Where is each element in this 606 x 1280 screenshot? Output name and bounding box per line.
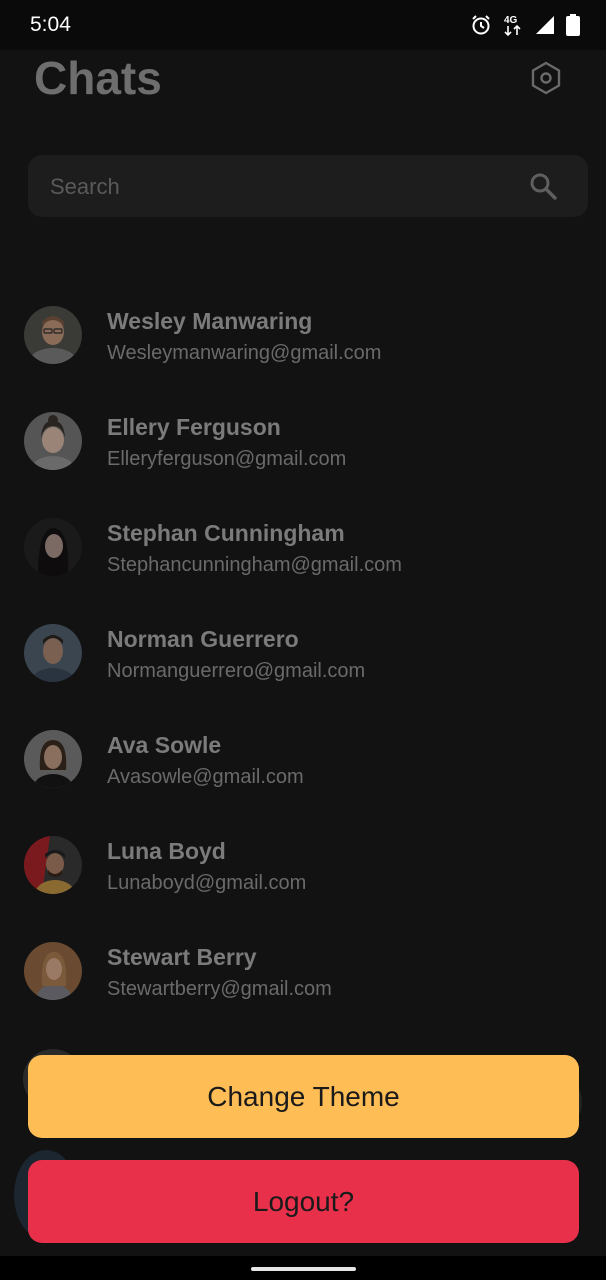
contact-name: Stewart Berry: [107, 944, 257, 970]
page-title: Chats: [34, 52, 162, 104]
contact-email: Avasowle@gmail.com: [107, 766, 304, 788]
contact-item[interactable]: Norman Guerrero Normanguerrero@gmail.com: [0, 618, 606, 698]
hexagon-settings-icon[interactable]: [528, 60, 564, 96]
contact-name: Ava Sowle: [107, 732, 222, 758]
search-icon[interactable]: [528, 171, 558, 201]
contact-item[interactable]: Luna Boyd Lunaboyd@gmail.com: [0, 830, 606, 910]
contact-item[interactable]: Wesley Manwaring Wesleymanwaring@gmail.c…: [0, 300, 606, 380]
contact-email: Lunaboyd@gmail.com: [107, 872, 307, 894]
contact-email: Stewartberry@gmail.com: [107, 978, 332, 1000]
status-icons: 4G: [470, 12, 580, 38]
avatar: [24, 942, 82, 1000]
contact-item[interactable]: Ellery Ferguson Elleryferguson@gmail.com: [0, 406, 606, 486]
contact-name: Ellery Ferguson: [107, 414, 281, 440]
battery-icon: [566, 14, 580, 36]
avatar: [24, 412, 82, 470]
contact-name: Wesley Manwaring: [107, 308, 313, 334]
avatar: [24, 730, 82, 788]
contact-email: Wesleymanwaring@gmail.com: [107, 342, 382, 364]
logout-button[interactable]: Logout?: [28, 1160, 579, 1243]
navigation-bar: [0, 1256, 606, 1280]
svg-text:4G: 4G: [504, 15, 518, 26]
avatar: [24, 836, 82, 894]
status-bar: 5:04 4G: [0, 0, 606, 50]
avatar: [24, 306, 82, 364]
contact-item[interactable]: Stephan Cunningham Stephancunningham@gma…: [0, 512, 606, 592]
avatar: [24, 624, 82, 682]
contact-name: Luna Boyd: [107, 838, 226, 864]
contact-name: Stephan Cunningham: [107, 520, 345, 546]
avatar: [24, 518, 82, 576]
contact-email: Normanguerrero@gmail.com: [107, 660, 366, 682]
search-input[interactable]: [48, 155, 522, 219]
signal-icon: [536, 16, 554, 34]
home-gesture-handle[interactable]: [251, 1267, 356, 1271]
change-theme-button[interactable]: Change Theme: [28, 1055, 579, 1138]
contact-email: Stephancunningham@gmail.com: [107, 554, 402, 576]
contact-item[interactable]: Ava Sowle Avasowle@gmail.com: [0, 724, 606, 804]
alarm-icon: [472, 15, 490, 35]
network-4g-icon: 4G: [504, 15, 521, 37]
search-box[interactable]: [28, 155, 588, 219]
status-time: 5:04: [30, 13, 71, 36]
contact-item[interactable]: Stewart Berry Stewartberry@gmail.com: [0, 936, 606, 1016]
contact-name: Norman Guerrero: [107, 626, 299, 652]
contact-email: Elleryferguson@gmail.com: [107, 448, 347, 470]
